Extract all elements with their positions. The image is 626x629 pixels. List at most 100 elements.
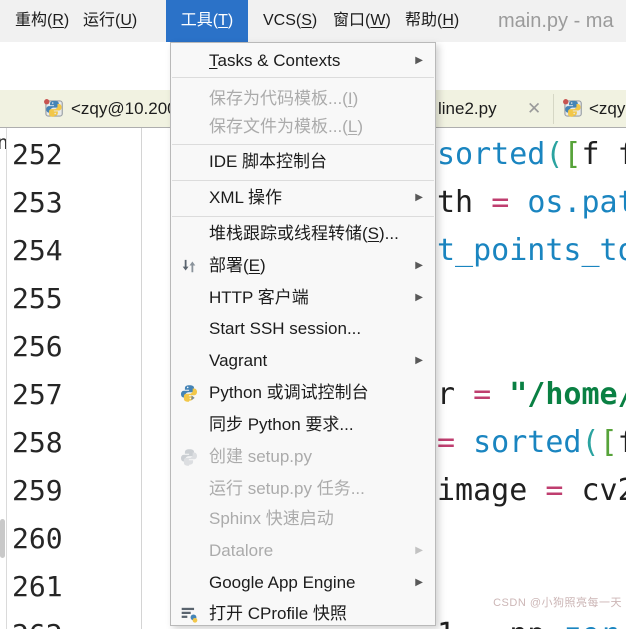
submenu-arrow-icon: ▶: [415, 355, 423, 366]
menu-item-同步-python-要求---[interactable]: 同步 Python 要求...: [172, 410, 434, 440]
line-number: 256: [12, 330, 63, 363]
code-line-254: t_points_to: [437, 227, 626, 275]
menu-separator: [172, 77, 434, 78]
label-text: ): [453, 12, 460, 29]
menu-item-label: HTTP 客户端: [209, 283, 309, 313]
label-text: S: [367, 224, 380, 243]
label-text: ): [357, 117, 363, 136]
code-line-253: th = os.path: [437, 179, 626, 227]
code-line-257: r = "/home/z: [437, 371, 626, 419]
menu-item-label: 堆栈跟踪或线程转储(S)...: [209, 219, 399, 249]
menu-bar: 重构(R) 运行(U) 工具(T) VCS(S) 窗口(W) 帮助(H) main.py -…: [0, 0, 626, 43]
label-text: )...: [379, 224, 399, 243]
label-text: S: [301, 12, 312, 29]
label-text: U: [120, 12, 132, 29]
label-text: 运行(: [83, 12, 121, 29]
python-console-icon: [180, 384, 198, 402]
menu-item-label: 保存为代码模板...(I): [209, 84, 358, 114]
code-token: sorted: [473, 425, 582, 460]
menubar-item-运行U[interactable]: 运行(U): [83, 0, 137, 42]
menu-item-label: Start SSH session...: [209, 314, 361, 344]
submenu-arrow-icon: ▶: [415, 545, 423, 556]
label-text: Vagrant: [209, 351, 268, 370]
menu-item-堆栈跟踪或线程转储-s[interactable]: 堆栈跟踪或线程转储(S)...: [172, 219, 434, 249]
code-token: r: [437, 377, 474, 412]
window-title: main.py - ma: [498, 10, 614, 32]
menubar-item-VCSS[interactable]: VCS(S): [263, 0, 317, 42]
tab-remote-console-1[interactable]: <zqy@10.200: [71, 90, 177, 127]
label-text: 部署(: [209, 256, 249, 275]
close-icon[interactable]: ✕: [527, 90, 541, 127]
label-text: E: [248, 256, 261, 275]
code-token: =: [545, 473, 564, 508]
menu-item-ide-脚本控制台[interactable]: IDE 脚本控制台: [172, 147, 434, 177]
python-remote-icon: [562, 98, 583, 119]
code-token: =: [473, 617, 491, 629]
panel-divider: [6, 128, 7, 629]
menu-separator: [172, 144, 434, 145]
menu-separator: [172, 180, 434, 181]
line-number: 258: [12, 426, 63, 459]
submenu-arrow-icon: ▶: [415, 192, 423, 203]
tab-remote-console-2[interactable]: <zqy@: [589, 90, 626, 127]
menu-item-label: 保存文件为模板...(L): [209, 112, 363, 142]
label-text: Google App Engine: [209, 573, 356, 592]
label-text: ): [311, 12, 318, 29]
menu-item-python-或调试控制台[interactable]: Python 或调试控制台: [172, 378, 434, 408]
menubar-item-工具T[interactable]: 工具(T): [166, 0, 248, 42]
label-text: T: [209, 51, 218, 70]
menu-item-t[interactable]: Tasks & Contexts ▶: [172, 46, 434, 76]
label-text: ): [131, 12, 138, 29]
code-token: [: [563, 137, 582, 172]
menu-item-保存文件为模板----l: 保存文件为模板...(L): [172, 112, 434, 142]
menu-item-label: Datalore: [209, 536, 273, 566]
code-line-258: = sorted([f: [437, 419, 626, 467]
label-text: IDE 脚本控制台: [209, 152, 328, 171]
deploy-icon: [180, 257, 198, 275]
label-text: 保存文件为模板...(: [209, 117, 348, 136]
line-number: 254: [12, 234, 63, 267]
menu-item-datalore: Datalore ▶: [172, 536, 434, 566]
label-text: VCS(: [263, 12, 302, 29]
submenu-arrow-icon: ▶: [415, 260, 423, 271]
menu-item-label: 同步 Python 要求...: [209, 410, 354, 440]
code-token: image: [437, 473, 546, 508]
code-token: th: [437, 185, 492, 220]
code-token: =: [473, 377, 492, 412]
line-number: 257: [12, 378, 63, 411]
menu-item-xml-操作[interactable]: XML 操作 ▶: [172, 183, 434, 213]
line-number: 252: [12, 138, 63, 171]
menu-item-vagrant[interactable]: Vagrant ▶: [172, 346, 434, 376]
menu-item-http-客户端[interactable]: HTTP 客户端 ▶: [172, 283, 434, 313]
pycharm-window: 重构(R) 运行(U) 工具(T) VCS(S) 窗口(W) 帮助(H) main.py -…: [0, 0, 626, 629]
menu-item-sphinx-快速启动: Sphinx 快速启动: [172, 504, 434, 534]
menubar-item-帮助H[interactable]: 帮助(H): [405, 0, 459, 42]
menubar-item-窗口W[interactable]: 窗口(W): [333, 0, 391, 42]
code-line-259: image = cv2: [437, 467, 626, 515]
line-number: 260: [12, 522, 63, 555]
scrollbar-thumb[interactable]: [0, 519, 5, 558]
label-text: HTTP 客户端: [209, 288, 309, 307]
code-token: cv2: [581, 473, 626, 508]
code-token: "/home/z: [509, 377, 626, 412]
line-number: 259: [12, 474, 63, 507]
tab-line2-py[interactable]: line2.py: [438, 90, 497, 127]
code-line-262: 1 = np.zer: [437, 611, 618, 629]
python-remote-icon: [43, 98, 64, 119]
menu-item-start-ssh-session---[interactable]: Start SSH session...: [172, 314, 434, 344]
label-text: Start SSH session...: [209, 319, 362, 338]
menu-item-运行-setup-py-任务---: 运行 setup.py 任务...: [172, 474, 434, 504]
menu-item-label: 创建 setup.py: [209, 442, 312, 472]
label-text: Sphinx 快速启动: [209, 509, 334, 528]
menu-item-创建-setup-py: 创建 setup.py: [172, 442, 434, 472]
menu-item-部署-e[interactable]: 部署(E) ▶: [172, 251, 434, 281]
label-text: 运行 setup.py 任务...: [209, 479, 365, 498]
menubar-item-重构R[interactable]: 重构(R): [15, 0, 69, 42]
code-token: =: [491, 185, 510, 220]
label-text: T: [218, 12, 228, 29]
gutter-divider: [141, 128, 142, 629]
label-text: 同步 Python 要求...: [209, 415, 354, 434]
watermark-text: CSDN @小狗照亮每一天: [493, 597, 622, 609]
